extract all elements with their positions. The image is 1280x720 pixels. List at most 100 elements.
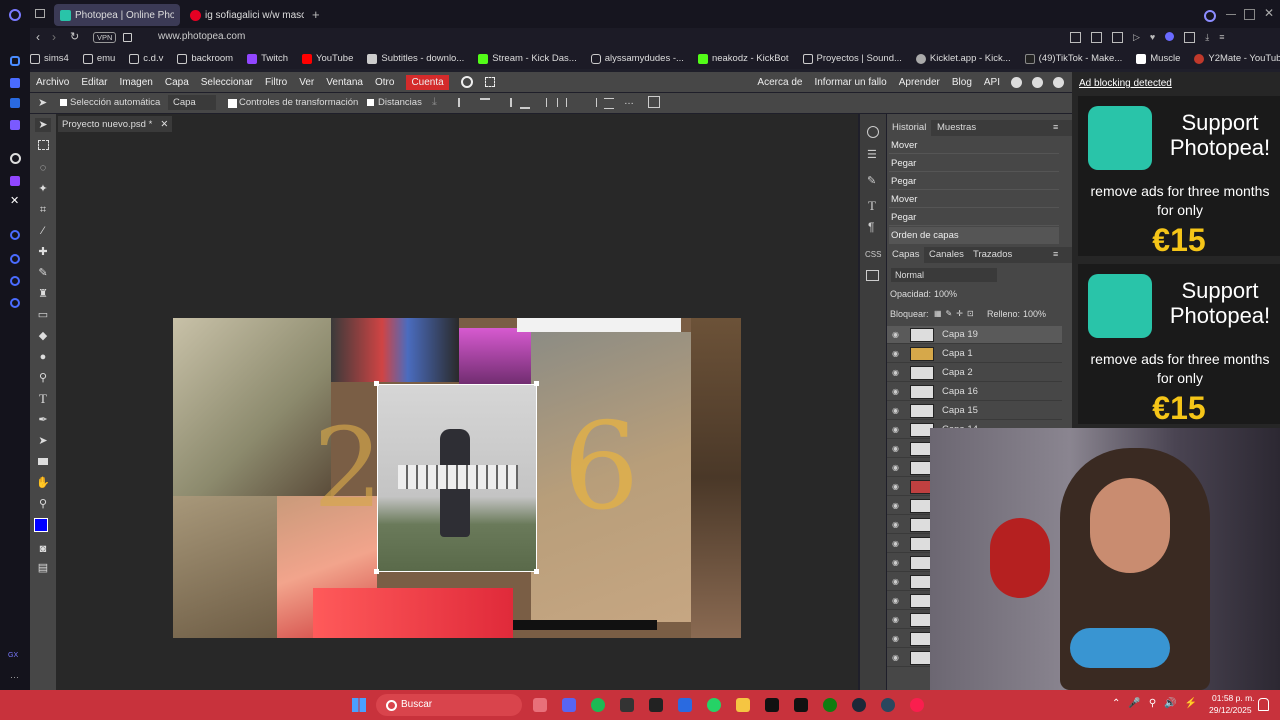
ad-blocking-link[interactable]: Ad blocking detected (1079, 78, 1172, 89)
capcut-icon[interactable] (765, 698, 779, 712)
menu-acerca[interactable]: Acerca de (757, 77, 802, 88)
bookmark-muscle[interactable]: Muscle (1136, 53, 1180, 64)
eye-icon[interactable]: ◉ (892, 425, 902, 434)
menu-seleccionar[interactable]: Seleccionar (201, 77, 253, 88)
transform-handle[interactable] (374, 569, 379, 574)
discord-icon[interactable] (562, 698, 576, 712)
opacity-value[interactable]: 100% (934, 289, 957, 299)
more-icon[interactable]: ··· (10, 672, 19, 682)
layer-row[interactable]: ◉ Capa 1 (887, 345, 1062, 363)
menu-ver[interactable]: Ver (299, 77, 314, 88)
download-icon[interactable]: ⤓ (1205, 32, 1209, 44)
x-icon[interactable]: ✕ (10, 196, 20, 207)
sidebar-app-icon[interactable] (10, 230, 20, 240)
eye-icon[interactable]: ◉ (892, 558, 902, 567)
ad-card[interactable]: Support Photopea! remove ads for three m… (1078, 264, 1280, 426)
crop-tool-icon[interactable]: ⌗ (35, 203, 51, 217)
facebook-icon[interactable] (1053, 76, 1064, 88)
bookmark-backroom[interactable]: backroom (177, 53, 233, 64)
character-icon[interactable]: T (868, 198, 876, 214)
steam-icon[interactable] (852, 698, 866, 712)
align-left-icon[interactable] (458, 98, 470, 107)
twitter-icon[interactable] (1032, 76, 1043, 88)
ai-icon[interactable] (1165, 32, 1175, 41)
taskbar-app-icon[interactable] (533, 698, 547, 712)
steam-icon[interactable] (881, 698, 895, 712)
menu-imagen[interactable]: Imagen (119, 77, 152, 88)
history-row[interactable]: Pegar (889, 155, 1059, 172)
menu-otro[interactable]: Otro (375, 77, 394, 88)
history-row[interactable]: Pegar (889, 173, 1059, 190)
menu-blog[interactable]: Blog (952, 77, 972, 88)
menu-capa[interactable]: Capa (165, 77, 189, 88)
tab-capas[interactable]: Capas (887, 247, 925, 263)
dodge-tool-icon[interactable]: ⚲ (35, 371, 51, 385)
close-window-button[interactable]: ✕ (1264, 6, 1274, 20)
bookmark-subtitles[interactable]: Subtitles - downlo... (367, 53, 464, 64)
more-options-icon[interactable]: … (624, 96, 634, 107)
align-center-icon[interactable] (480, 98, 490, 109)
reload-icon[interactable]: ↻ (70, 30, 79, 43)
tab-historial[interactable]: Historial (887, 120, 932, 136)
menu-informar-fallo[interactable]: Informar un fallo (814, 77, 886, 88)
sidebar-app-icon[interactable] (10, 56, 20, 66)
menu-filtro[interactable]: Filtro (265, 77, 287, 88)
menu-archivo[interactable]: Archivo (36, 77, 69, 88)
bookmark-neakodz[interactable]: neakodz - KickBot (697, 53, 789, 64)
lock-icon[interactable] (123, 33, 132, 42)
bookmark-kicklet[interactable]: Kicklet.app - Kick... (915, 53, 1011, 64)
pen-tool-icon[interactable]: ✒ (35, 413, 51, 427)
vpn-badge[interactable]: VPN (93, 32, 117, 43)
eye-icon[interactable]: ◉ (892, 653, 902, 662)
marquee-tool-icon[interactable] (35, 140, 51, 154)
lock-icons[interactable]: ▦✎✛⊡ (934, 309, 978, 318)
bookmark-proyectos[interactable]: Proyectos | Sound... (802, 53, 902, 64)
tab-canales[interactable]: Canales (929, 247, 964, 263)
search-tabs-icon[interactable] (1204, 10, 1216, 22)
shape-tool-icon[interactable] (35, 455, 51, 469)
url-field[interactable]: www.photopea.com (158, 31, 245, 42)
sidebar-app-icon[interactable] (10, 78, 20, 88)
sidebar-app-icon[interactable] (10, 276, 20, 286)
sidebar-app-icon[interactable] (10, 98, 20, 108)
chatgpt-icon[interactable] (10, 153, 21, 164)
heart-icon[interactable]: ♥ (1150, 32, 1155, 44)
bookmark-emu[interactable]: emu (82, 53, 115, 64)
taskbar-app-icon[interactable] (794, 698, 808, 712)
distances-checkbox[interactable] (367, 99, 374, 106)
magic-wand-tool-icon[interactable]: ✦ (35, 182, 51, 196)
settings-icon[interactable] (10, 298, 20, 308)
tab-photopea[interactable]: Photopea | Online Photo E (54, 4, 180, 26)
menu-ventana[interactable]: Ventana (326, 77, 363, 88)
css-icon[interactable]: CSS (865, 250, 881, 259)
history-row[interactable]: Orden de capas (889, 227, 1059, 244)
snapshot-icon[interactable] (1112, 32, 1123, 43)
download-icon[interactable]: ⤓ (432, 96, 437, 109)
taskbar-search[interactable]: Buscar (376, 694, 522, 716)
eye-icon[interactable]: ◉ (892, 387, 902, 396)
eyedropper-tool-icon[interactable]: ⁄ (35, 224, 51, 238)
hand-tool-icon[interactable]: ✋ (35, 476, 51, 490)
layer-row[interactable]: ◉ Capa 16 (887, 383, 1062, 401)
grid-icon[interactable] (648, 96, 660, 108)
search-icon[interactable] (460, 76, 473, 88)
tab-trazados[interactable]: Trazados (973, 247, 1012, 263)
distribute-vertical-icon[interactable] (604, 98, 614, 109)
gx-icon[interactable]: GX (8, 652, 18, 659)
history-row[interactable]: Mover (889, 191, 1059, 208)
tab-pinterest[interactable]: ig sofiagalici w/w masc (184, 4, 310, 26)
distribute-icon[interactable] (546, 98, 558, 107)
panel-menu-icon[interactable]: ≡ (1053, 122, 1058, 132)
panel-menu-icon[interactable]: ≡ (1053, 249, 1058, 259)
minimize-button[interactable] (1226, 14, 1236, 15)
brush-icon[interactable]: ✎ (867, 174, 876, 187)
move-tool-icon[interactable]: ➤ (35, 118, 51, 132)
healing-tool-icon[interactable]: ✚ (35, 245, 51, 259)
reddit-icon[interactable] (1011, 76, 1022, 88)
notifications-icon[interactable] (1258, 698, 1269, 711)
close-document-icon[interactable]: ✕ (160, 119, 168, 130)
menu-api[interactable]: API (984, 77, 1000, 88)
whatsapp-icon[interactable] (707, 698, 721, 712)
eye-icon[interactable]: ◉ (892, 444, 902, 453)
fill-value[interactable]: 100% (1023, 309, 1046, 319)
